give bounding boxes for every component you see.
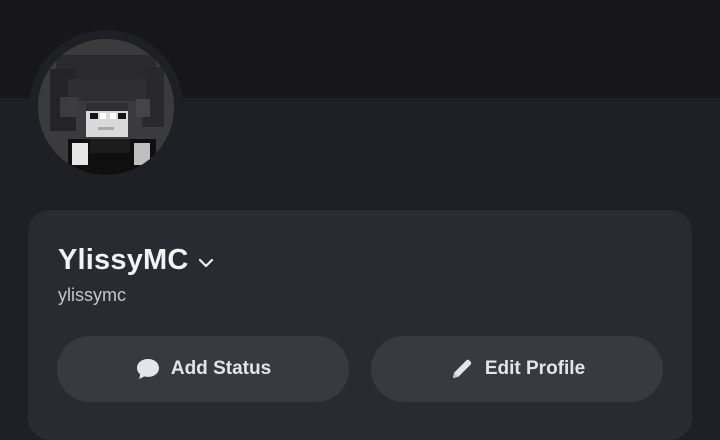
chevron-down-icon[interactable] (197, 254, 215, 272)
display-name: YlissyMC (58, 244, 189, 276)
edit-profile-button[interactable]: Edit Profile (371, 336, 663, 402)
add-status-label: Add Status (170, 358, 272, 379)
username: ylissymc (58, 285, 126, 305)
edit-profile-label: Edit Profile (484, 358, 586, 379)
add-status-button[interactable]: Add Status (57, 336, 349, 402)
avatar[interactable] (38, 39, 174, 175)
speech-bubble-icon (135, 357, 161, 381)
pencil-icon (449, 356, 475, 382)
avatar-image (38, 39, 174, 175)
display-name-row[interactable]: YlissyMC (58, 244, 215, 277)
profile-card: YlissyMC ylissymc Add Status Edit Profil… (28, 210, 692, 440)
